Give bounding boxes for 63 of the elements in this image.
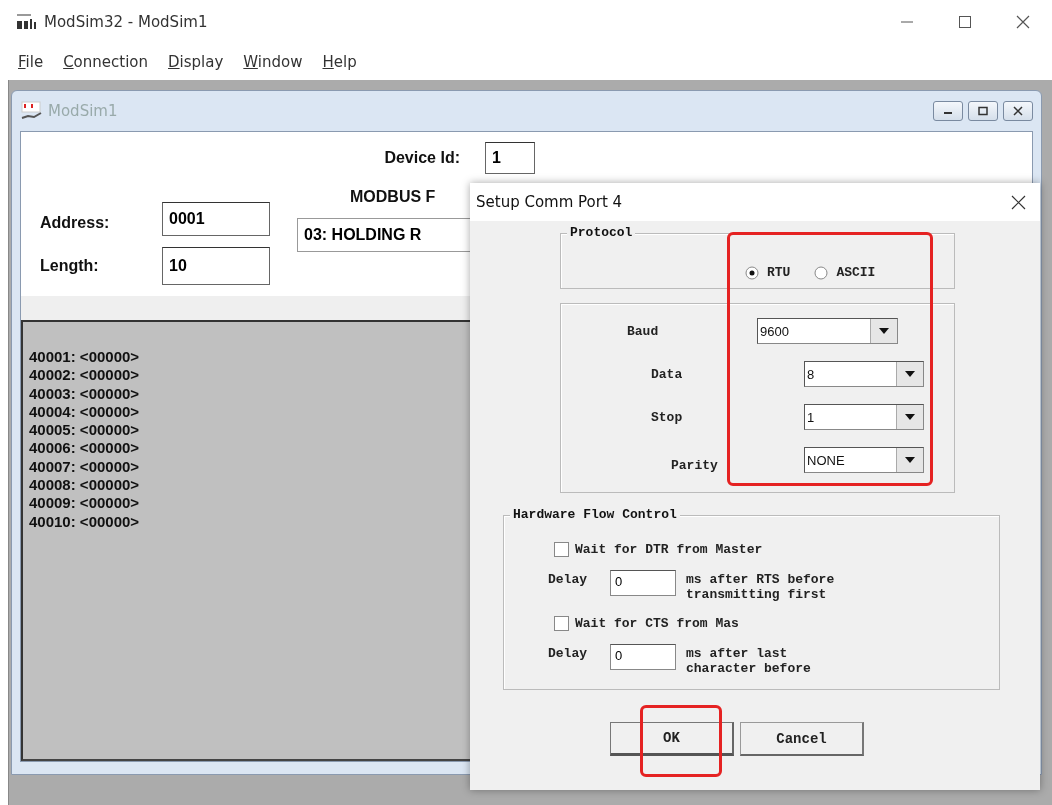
restore-button[interactable] bbox=[968, 101, 998, 121]
checkbox-icon[interactable] bbox=[554, 541, 569, 557]
caret-icon[interactable] bbox=[905, 371, 915, 377]
caret-icon[interactable] bbox=[879, 328, 889, 334]
radio-icon[interactable] bbox=[745, 265, 759, 280]
cancel-button[interactable]: Cancel bbox=[740, 722, 864, 756]
field-label: Device Id: bbox=[384, 149, 460, 167]
minimize-button[interactable] bbox=[933, 101, 963, 121]
device-id-field[interactable]: 1 bbox=[485, 142, 535, 174]
menu-item[interactable]: Window bbox=[233, 53, 313, 71]
menu-item[interactable]: Display bbox=[158, 53, 234, 71]
setting-label: Parity bbox=[671, 458, 719, 473]
checkbox-icon[interactable] bbox=[554, 615, 569, 631]
menu-item[interactable]: File bbox=[8, 53, 54, 71]
register-value: 40007: <00000> bbox=[29, 457, 140, 477]
ok-button[interactable]: OK bbox=[610, 722, 734, 756]
field-note: ms after RTS before transmitting first bbox=[686, 571, 836, 602]
window-title: ModSim1 bbox=[48, 102, 119, 120]
setting-label: Baud bbox=[627, 323, 660, 339]
setting-dropdown[interactable]: 1 bbox=[804, 404, 924, 430]
close-icon[interactable] bbox=[1010, 194, 1026, 210]
setting-dropdown[interactable]: 9600 bbox=[757, 318, 898, 344]
field-label: MODBUS F bbox=[350, 188, 436, 206]
window-title: ModSim32 - ModSim1 bbox=[44, 13, 209, 31]
maximize-icon[interactable] bbox=[957, 14, 973, 30]
menu-item[interactable]: Connection bbox=[53, 53, 158, 71]
close-icon[interactable] bbox=[1015, 14, 1031, 30]
register-value: 40002: <00000> bbox=[29, 366, 140, 385]
restore-icon[interactable] bbox=[977, 106, 989, 116]
register-value: 40005: <00000> bbox=[29, 421, 140, 440]
app-icon bbox=[16, 13, 38, 31]
chart-icon bbox=[20, 100, 44, 122]
caret-icon[interactable] bbox=[905, 457, 915, 463]
register-value: 40008: <00000> bbox=[29, 476, 140, 495]
checkbox[interactable]: Wait for DTR from Master bbox=[554, 538, 763, 560]
delay-field[interactable]: 0 bbox=[610, 644, 676, 670]
caret-icon[interactable] bbox=[905, 414, 915, 420]
register-value: 40010: <00000> bbox=[29, 512, 140, 531]
menu-item[interactable]: Help bbox=[312, 53, 367, 71]
register-value: 40003: <00000> bbox=[29, 384, 140, 403]
close-button[interactable] bbox=[1003, 101, 1033, 121]
setting-dropdown[interactable]: NONE bbox=[804, 447, 924, 473]
register-value: 40001: <00000> bbox=[29, 348, 140, 367]
register-value: 40004: <00000> bbox=[29, 402, 140, 422]
field-note: ms after last character before bbox=[686, 645, 812, 676]
radio-button[interactable]: RTU bbox=[745, 265, 791, 280]
radio-icon[interactable] bbox=[814, 265, 829, 280]
checkbox[interactable]: Wait for CTS from Mas bbox=[554, 612, 739, 634]
field-label: Address: bbox=[40, 214, 111, 232]
field-label: Delay bbox=[548, 645, 588, 661]
field-label: Delay bbox=[548, 571, 588, 587]
radio-button[interactable]: ASCII bbox=[814, 265, 876, 280]
delay-field[interactable]: 0 bbox=[610, 570, 676, 596]
field-label: Length: bbox=[40, 257, 100, 275]
dialog-title: Setup Comm Port 4 bbox=[476, 193, 624, 211]
close-icon[interactable] bbox=[1012, 106, 1024, 116]
address-field[interactable]: 0001 bbox=[162, 202, 270, 236]
setting-label: Data bbox=[651, 366, 684, 382]
register-value: 40006: <00000> bbox=[29, 439, 140, 458]
length-field[interactable]: 10 bbox=[162, 247, 270, 285]
setting-dropdown[interactable]: 8 bbox=[804, 361, 924, 387]
setting-label: Stop bbox=[651, 409, 684, 425]
register-value: 40009: <00000> bbox=[29, 494, 140, 513]
